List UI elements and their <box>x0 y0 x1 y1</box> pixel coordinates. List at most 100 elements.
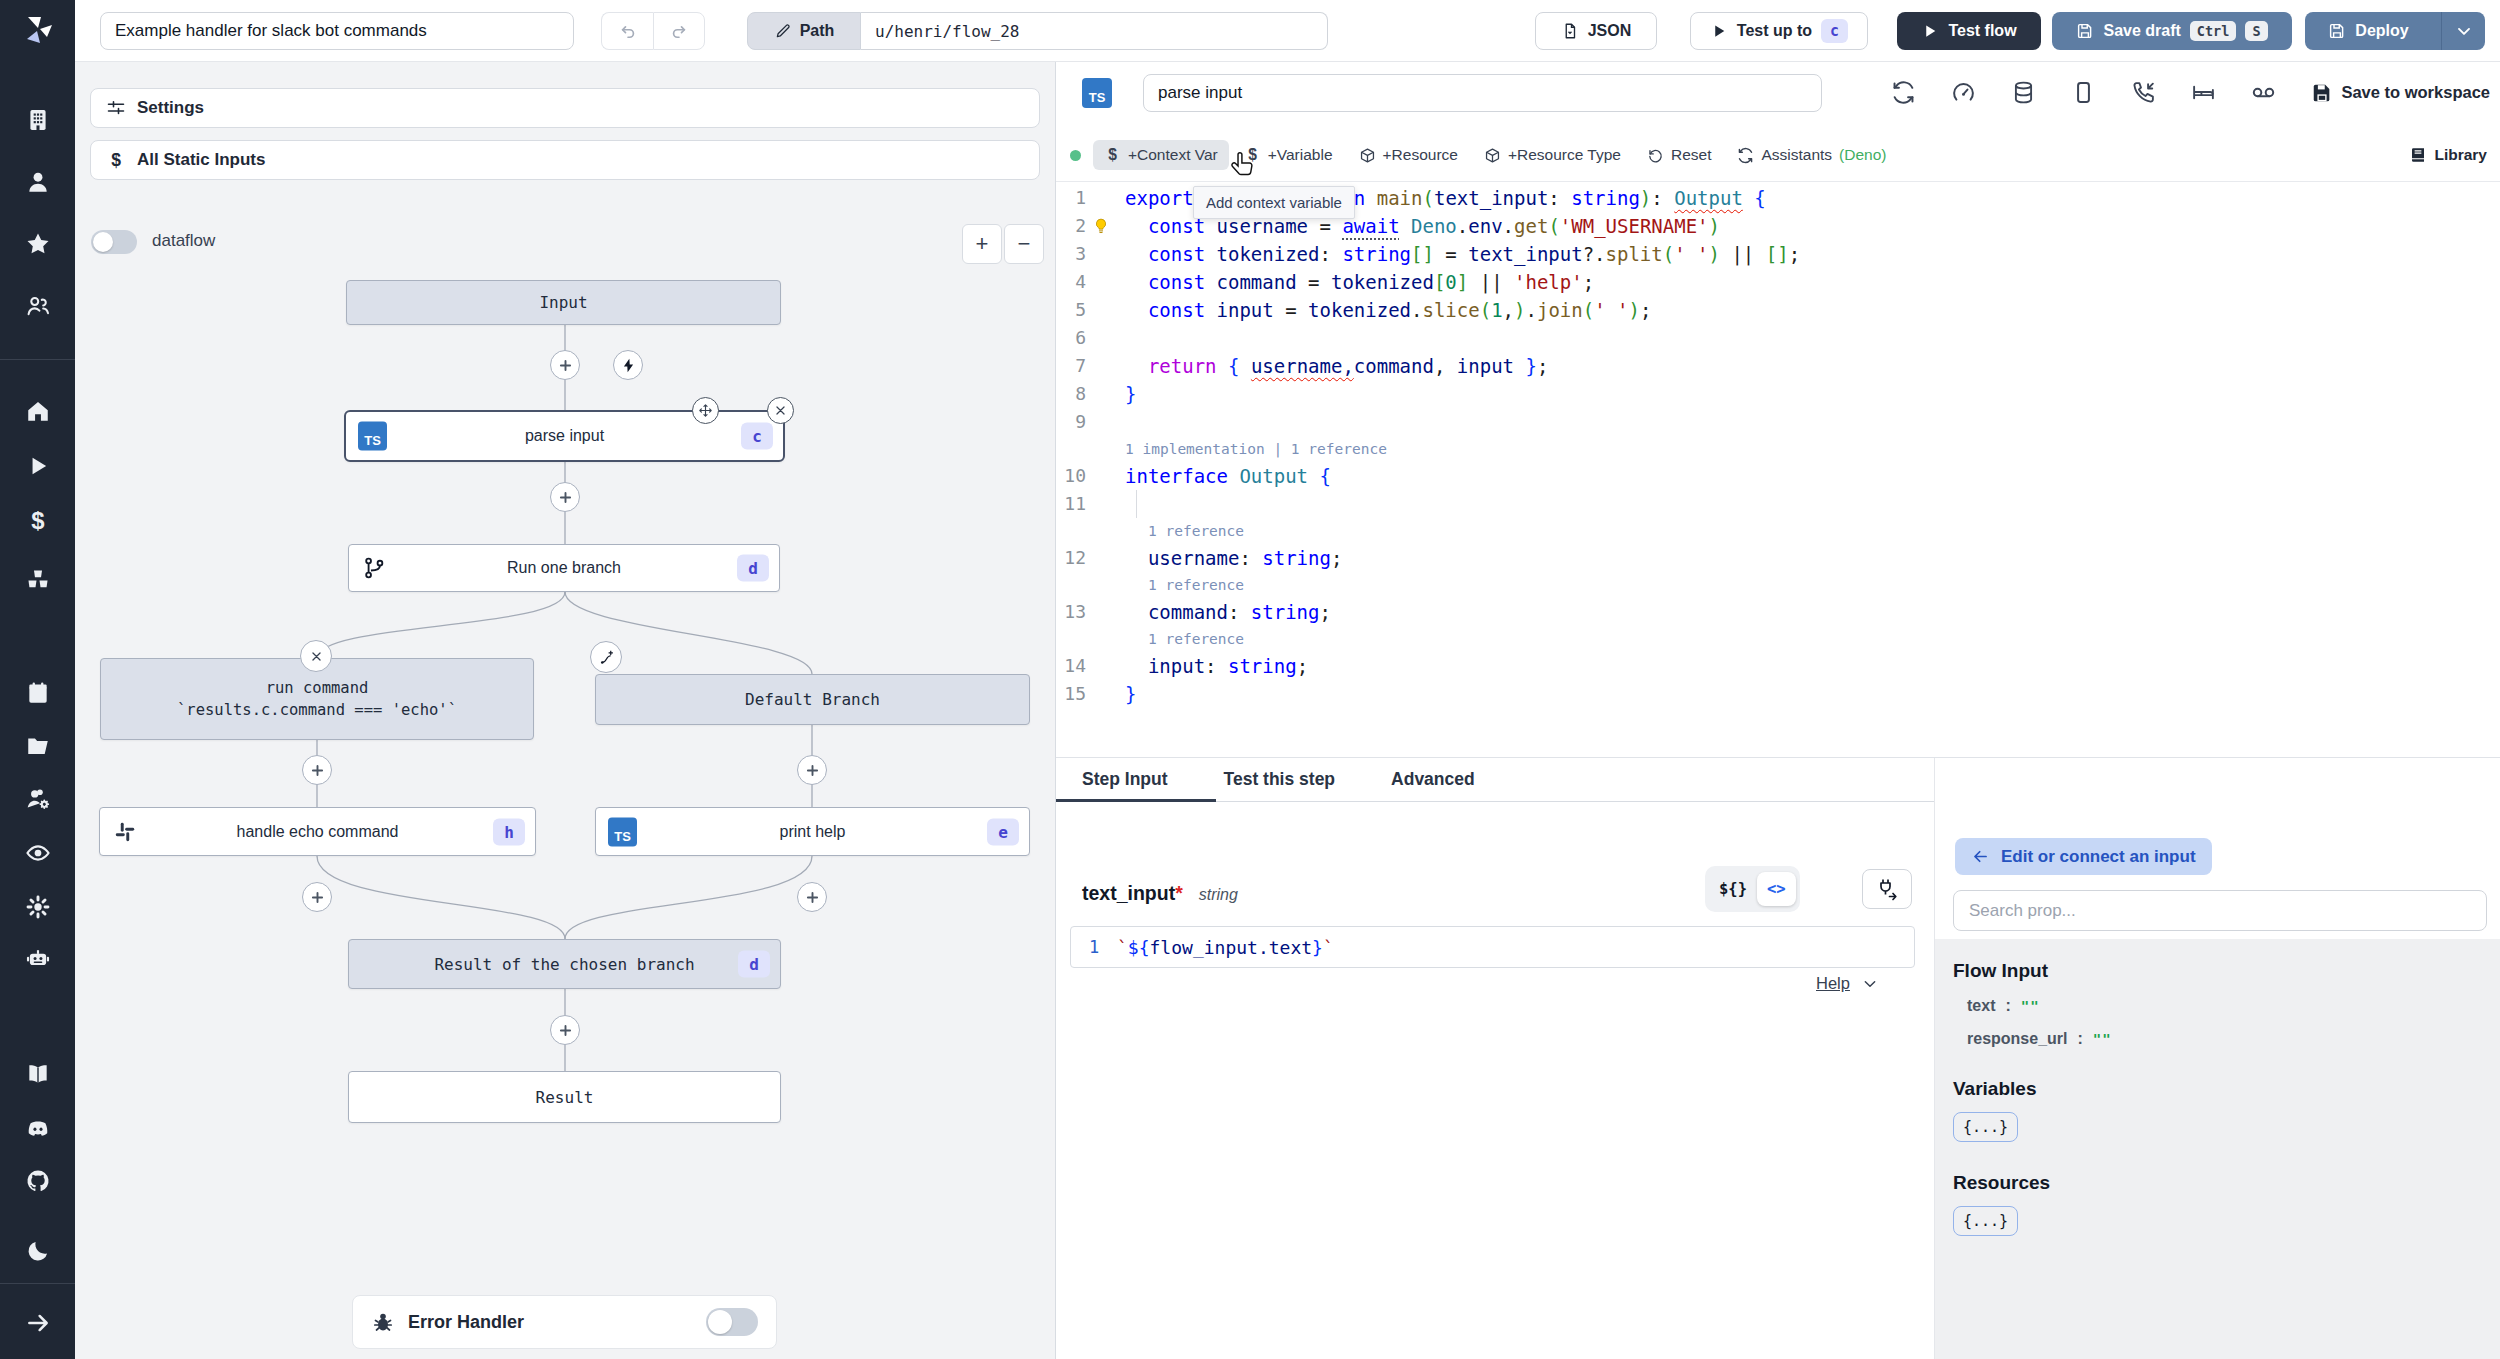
sidebar-item-home[interactable] <box>25 398 51 424</box>
mobile-button[interactable] <box>2071 80 2096 105</box>
insert-step-button[interactable] <box>797 755 827 785</box>
save-to-workspace-button[interactable]: Save to workspace <box>2311 82 2490 104</box>
save-draft-button[interactable]: Save draft Ctrl S <box>2052 12 2292 50</box>
deploy-dropdown-button[interactable] <box>2441 12 2485 50</box>
variables-object-chip[interactable]: {...} <box>1953 1112 2018 1142</box>
json-button[interactable]: JSON <box>1535 12 1657 50</box>
sidebar-item-arrow-right[interactable] <box>25 1310 51 1336</box>
search-prop-input[interactable]: Search prop... <box>1953 890 2487 931</box>
tab-advanced[interactable]: Advanced <box>1391 769 1475 790</box>
step-name: parse input <box>1158 83 1242 103</box>
sidebar-item-users[interactable] <box>25 293 51 319</box>
sidebar-item-book[interactable] <box>25 1061 51 1087</box>
redo-button[interactable] <box>653 12 705 50</box>
toolbar--context-var-button[interactable]: $+Context Var <box>1093 140 1229 170</box>
insert-step-button[interactable] <box>550 482 580 512</box>
windmill-logo-icon[interactable] <box>21 13 55 47</box>
sidebar-item-boxes[interactable] <box>25 567 51 593</box>
code-line-11: 11 <box>1056 490 2500 518</box>
code-mode-button[interactable]: <> <box>1757 872 1796 906</box>
test-up-to-button[interactable]: Test up to c <box>1690 12 1868 50</box>
code-editor[interactable]: 1export async function main(text_input: … <box>1056 184 2500 708</box>
code-line-9: 9 <box>1056 408 2500 436</box>
gauge-button[interactable] <box>1951 80 1976 105</box>
tab-test-this-step[interactable]: Test this step <box>1224 769 1336 790</box>
path-input[interactable]: u/henri/flow_28 <box>861 12 1328 50</box>
sidebar-item-eye[interactable] <box>25 840 51 866</box>
sidebar-item-user[interactable] <box>25 169 51 195</box>
node-result[interactable]: Result <box>348 1071 781 1123</box>
resources-object-chip[interactable]: {...} <box>1953 1206 2018 1236</box>
node-default-branch[interactable]: Default Branch <box>595 674 1030 725</box>
sidebar-item-gear[interactable] <box>25 894 51 920</box>
chevron-down-icon[interactable] <box>1862 976 1878 992</box>
database-button[interactable] <box>2011 80 2036 105</box>
add-branch-button[interactable] <box>590 641 622 673</box>
insert-step-button[interactable] <box>302 882 332 912</box>
tab-step-input[interactable]: Step Input <box>1082 769 1168 790</box>
users-icon <box>25 293 51 319</box>
code-line-14: 14 input: string; <box>1056 652 2500 680</box>
node-input[interactable]: Input <box>346 280 781 325</box>
node-handle-echo-command[interactable]: handle echo command h <box>99 807 536 856</box>
sidebar-item-building[interactable] <box>25 107 51 133</box>
flow-title: Example handler for slack bot commands <box>115 21 427 41</box>
code-line-4: 4 const command = tokenized[0] || 'help'… <box>1056 268 2500 296</box>
toolbar-assistants-button[interactable]: Assistants(Deno) <box>1726 140 1897 170</box>
sidebar-item-calendar[interactable] <box>25 680 51 706</box>
codelens[interactable]: 1 reference <box>1056 626 2500 652</box>
phone-incoming-icon <box>2131 80 2156 105</box>
undo-button[interactable] <box>601 12 653 50</box>
refresh-button[interactable] <box>1891 80 1916 105</box>
delete-node-button[interactable] <box>767 397 794 424</box>
template-mode-button[interactable]: ${} <box>1709 872 1757 906</box>
edit-or-connect-button[interactable]: Edit or connect an input <box>1955 838 2212 875</box>
codelens[interactable]: 1 implementation | 1 reference <box>1056 436 2500 462</box>
path-label: Path <box>800 22 835 40</box>
sidebar-item-play[interactable] <box>25 453 51 479</box>
phone-incoming-button[interactable] <box>2131 80 2156 105</box>
library-button[interactable]: Library <box>2409 146 2487 164</box>
flow-title-input[interactable]: Example handler for slack bot commands <box>100 12 574 50</box>
toolbar--resource-button[interactable]: +Resource <box>1348 140 1469 170</box>
sidebar-item-folder[interactable] <box>25 733 51 759</box>
move-node-button[interactable] <box>692 397 719 424</box>
sidebar-item-robot[interactable] <box>25 945 51 971</box>
bed-button[interactable] <box>2191 80 2216 105</box>
insert-step-button[interactable] <box>550 1015 580 1045</box>
toolbar--resource-type-button[interactable]: +Resource Type <box>1473 140 1632 170</box>
expression-editor[interactable]: 1 `${flow_input.text}` <box>1070 926 1915 968</box>
error-handler-card[interactable]: Error Handler <box>352 1295 777 1349</box>
node-run-one-branch[interactable]: Run one branch d <box>348 544 780 592</box>
node-print-help[interactable]: TS print help e <box>595 807 1030 856</box>
deploy-button[interactable]: Deploy <box>2305 12 2432 50</box>
sidebar-item-dollar[interactable]: $ <box>25 508 51 534</box>
code-line-13: 13 command: string; <box>1056 598 2500 626</box>
prop-text[interactable]: text:"" <box>1967 997 2483 1015</box>
dollar-icon: $ <box>25 508 51 534</box>
node-branch-result[interactable]: Result of the chosen branch d <box>348 939 781 989</box>
codelens[interactable]: 1 reference <box>1056 518 2500 544</box>
toolbar-reset-button[interactable]: Reset <box>1636 140 1723 170</box>
remove-branch-button[interactable] <box>300 640 332 672</box>
sidebar-item-discord[interactable] <box>25 1116 51 1142</box>
test-flow-button[interactable]: Test flow <box>1897 12 2041 50</box>
insert-step-button[interactable] <box>302 755 332 785</box>
error-handler-toggle[interactable] <box>706 1308 758 1336</box>
step-name-input[interactable]: parse input <box>1143 74 1822 112</box>
help-link[interactable]: Help <box>1816 974 1850 993</box>
sidebar-item-users-gear[interactable] <box>25 786 51 812</box>
voicemail-button[interactable] <box>2251 80 2276 105</box>
insert-step-button[interactable] <box>550 350 580 380</box>
node-parse-input[interactable]: TS parse input c <box>344 410 785 462</box>
prop-response_url[interactable]: response_url:"" <box>1967 1030 2483 1048</box>
trigger-button[interactable] <box>613 350 643 380</box>
path-chip[interactable]: Path <box>747 12 861 50</box>
connect-input-button[interactable] <box>1862 869 1912 909</box>
sidebar-item-github[interactable] <box>25 1168 51 1194</box>
lightbulb-icon[interactable] <box>1092 217 1110 235</box>
sidebar-item-moon[interactable] <box>25 1238 51 1264</box>
sidebar-item-star[interactable] <box>25 231 51 257</box>
codelens[interactable]: 1 reference <box>1056 572 2500 598</box>
insert-step-button[interactable] <box>797 882 827 912</box>
